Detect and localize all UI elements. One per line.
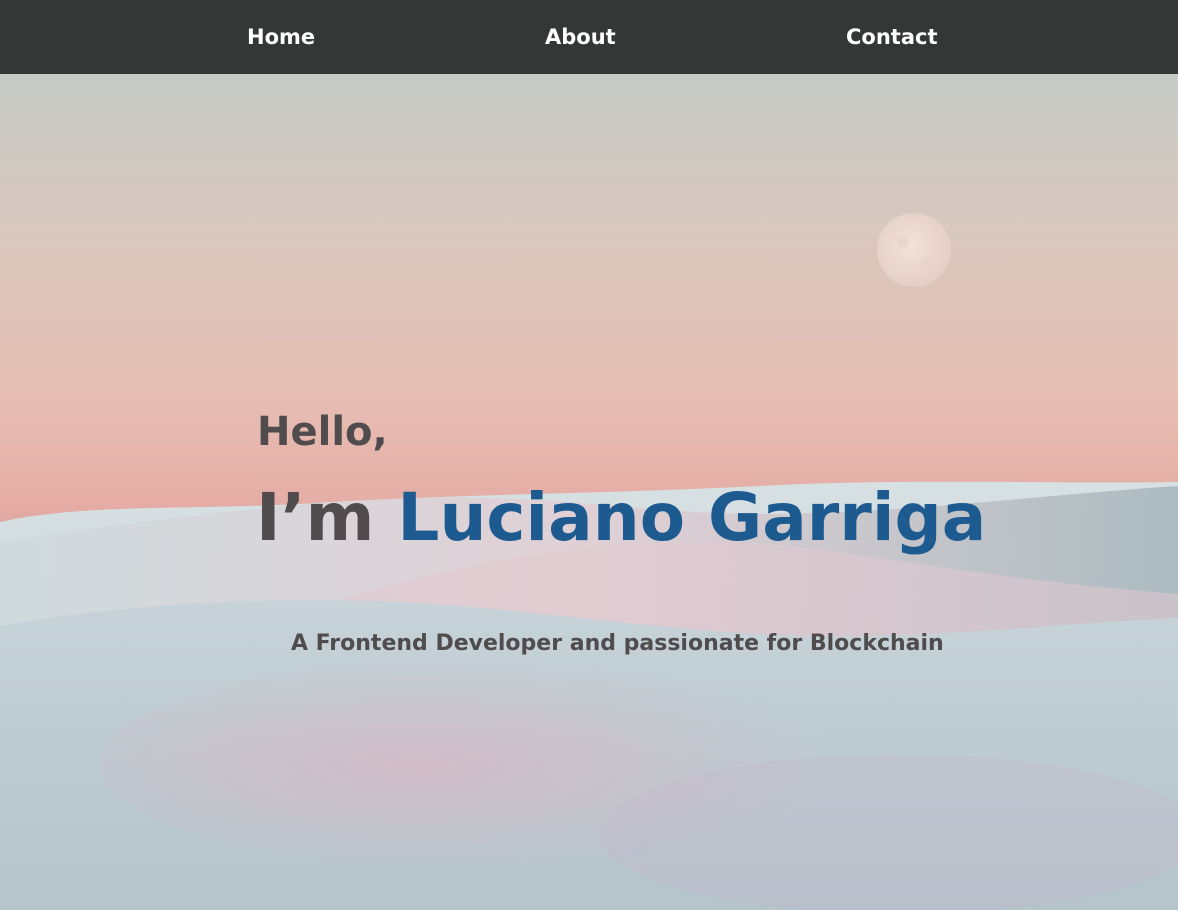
top-navbar: Home About Contact — [0, 0, 1178, 74]
hero-greeting: Hello, — [257, 409, 388, 455]
hero-intro-prefix: I’m — [256, 479, 375, 556]
hero-name: Luciano Garriga — [397, 479, 987, 556]
nav-link-contact[interactable]: Contact — [846, 0, 938, 74]
hero-headline: I’m Luciano Garriga — [256, 476, 986, 560]
nav-link-about[interactable]: About — [545, 0, 616, 74]
moon — [877, 213, 951, 287]
hero-section: Hello, I’m Luciano Garriga A Frontend De… — [0, 74, 1178, 910]
hero-tagline: A Frontend Developer and passionate for … — [291, 631, 944, 656]
nav-link-home[interactable]: Home — [247, 0, 315, 74]
